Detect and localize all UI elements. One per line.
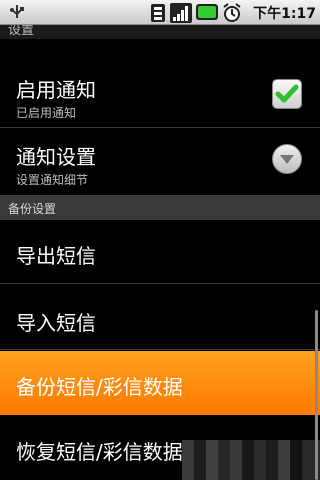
- item-title: 导入短信: [16, 311, 96, 335]
- clock: 下午1:17: [253, 3, 316, 23]
- pref-summary: 已启用通知: [16, 106, 77, 120]
- item-title: 恢复短信/彩信数据: [16, 440, 183, 464]
- scrollbar[interactable]: [315, 310, 318, 480]
- status-bar: 下午1:17: [0, 0, 320, 25]
- item-export-sms[interactable]: 导出短信: [0, 220, 320, 284]
- alarm-icon: [222, 3, 242, 27]
- sync-icon: [150, 3, 166, 27]
- item-import-sms[interactable]: 导入短信: [0, 285, 320, 350]
- title-bar: 设置: [0, 25, 320, 39]
- pref-title: 通知设置: [16, 145, 96, 169]
- item-backup-sms-mms[interactable]: 备份短信/彩信数据: [0, 351, 320, 415]
- page-title: 设置: [8, 25, 35, 38]
- enable-notifications-checkbox[interactable]: [272, 79, 302, 109]
- battery-icon: [196, 4, 218, 24]
- signal-icon: [170, 3, 192, 27]
- time-period: 下午: [253, 6, 282, 22]
- usb-icon: [6, 4, 28, 20]
- section-header-backup: 备份设置: [0, 196, 320, 220]
- pref-summary: 设置通知细节: [16, 173, 89, 187]
- chevron-down-icon: [280, 155, 294, 164]
- check-icon: [275, 84, 299, 103]
- pref-title: 启用通知: [16, 78, 96, 102]
- pixelated-overlay: [182, 440, 320, 480]
- section-label: 备份设置: [8, 202, 57, 216]
- time-value: 1:17: [281, 6, 316, 22]
- item-title: 备份短信/彩信数据: [16, 375, 183, 399]
- notification-settings-dropdown[interactable]: [272, 144, 302, 174]
- item-title: 导出短信: [16, 244, 96, 268]
